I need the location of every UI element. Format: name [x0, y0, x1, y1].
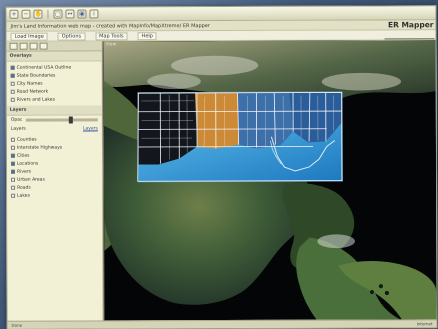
layers-title: Layers — [6, 105, 102, 116]
layers-header: Layers Layers — [10, 126, 98, 132]
info-icon[interactable]: i — [89, 9, 99, 19]
panel-settings-icon[interactable] — [39, 42, 48, 50]
pan-icon[interactable]: ✋ — [33, 9, 43, 19]
panel-collapse-icon[interactable] — [19, 42, 28, 50]
overlays-list: Continental USA Outline State Boundaries… — [7, 61, 102, 105]
checkbox-icon[interactable] — [10, 137, 15, 142]
toolbar-separator — [47, 9, 49, 19]
checkbox-icon[interactable] — [11, 169, 16, 174]
overlay-item[interactable]: Rivers and Lakes — [10, 95, 102, 103]
layer-item[interactable]: Lakes — [11, 191, 102, 199]
map-label: View — [105, 42, 117, 48]
checkbox-icon[interactable] — [10, 73, 15, 78]
layers-link[interactable]: Layers — [83, 126, 98, 131]
checkbox-icon[interactable] — [10, 89, 15, 94]
panel-refresh-icon[interactable] — [29, 42, 38, 50]
checkbox-icon[interactable] — [11, 193, 16, 198]
marker-dot[interactable] — [378, 284, 383, 289]
checkbox-icon[interactable] — [10, 97, 15, 102]
panel-toolbar — [6, 41, 102, 52]
map-viewport[interactable]: View — [102, 40, 437, 321]
checkbox-icon[interactable] — [11, 177, 16, 182]
brand-underline — [384, 38, 435, 40]
slider-thumb[interactable] — [68, 116, 73, 124]
menu-load-image[interactable]: Load Image — [10, 32, 48, 41]
panel-expand-icon[interactable] — [9, 42, 18, 50]
status-bar: Done Internet — [7, 319, 437, 329]
checkbox-icon[interactable] — [10, 145, 15, 150]
checkbox-icon[interactable] — [10, 153, 15, 158]
checkbox-icon[interactable] — [10, 161, 15, 166]
menu-options[interactable]: Options — [57, 31, 86, 41]
zoom-out-icon[interactable]: − — [21, 9, 31, 19]
menu-map-tools[interactable]: Map Tools — [95, 31, 128, 40]
zoom-in-icon[interactable]: + — [9, 9, 19, 19]
satellite-map[interactable] — [103, 40, 437, 321]
status-right: Internet — [416, 321, 433, 327]
overlays-title: Overlays — [6, 51, 102, 62]
measure-icon[interactable]: ↔ — [65, 9, 75, 19]
status-left: Done — [11, 322, 23, 328]
left-panel: Overlays Continental USA Outline State B… — [6, 41, 104, 321]
checkbox-icon[interactable] — [11, 185, 16, 190]
opacity-slider[interactable]: Opac — [7, 115, 102, 124]
select-icon[interactable]: □ — [53, 9, 63, 19]
checkbox-icon[interactable] — [10, 65, 15, 70]
top-toolbar: + − ✋ □ ↔ ▣ i — [6, 6, 436, 22]
checkbox-icon[interactable] — [10, 81, 15, 86]
marker-dot[interactable] — [369, 290, 375, 295]
slider-track[interactable] — [25, 116, 98, 124]
print-icon[interactable]: ▣ — [77, 9, 87, 19]
mountain-states-region — [194, 92, 239, 149]
usa-overlay[interactable] — [137, 91, 343, 183]
layers-list: Counties Interstate Highways Cities Loca… — [7, 133, 102, 201]
menu-help[interactable]: Help — [137, 31, 157, 40]
marker-dot[interactable] — [384, 290, 389, 296]
application-window: + − ✋ □ ↔ ▣ i Jim's Land Information web… — [5, 5, 438, 329]
cloud — [317, 234, 355, 249]
